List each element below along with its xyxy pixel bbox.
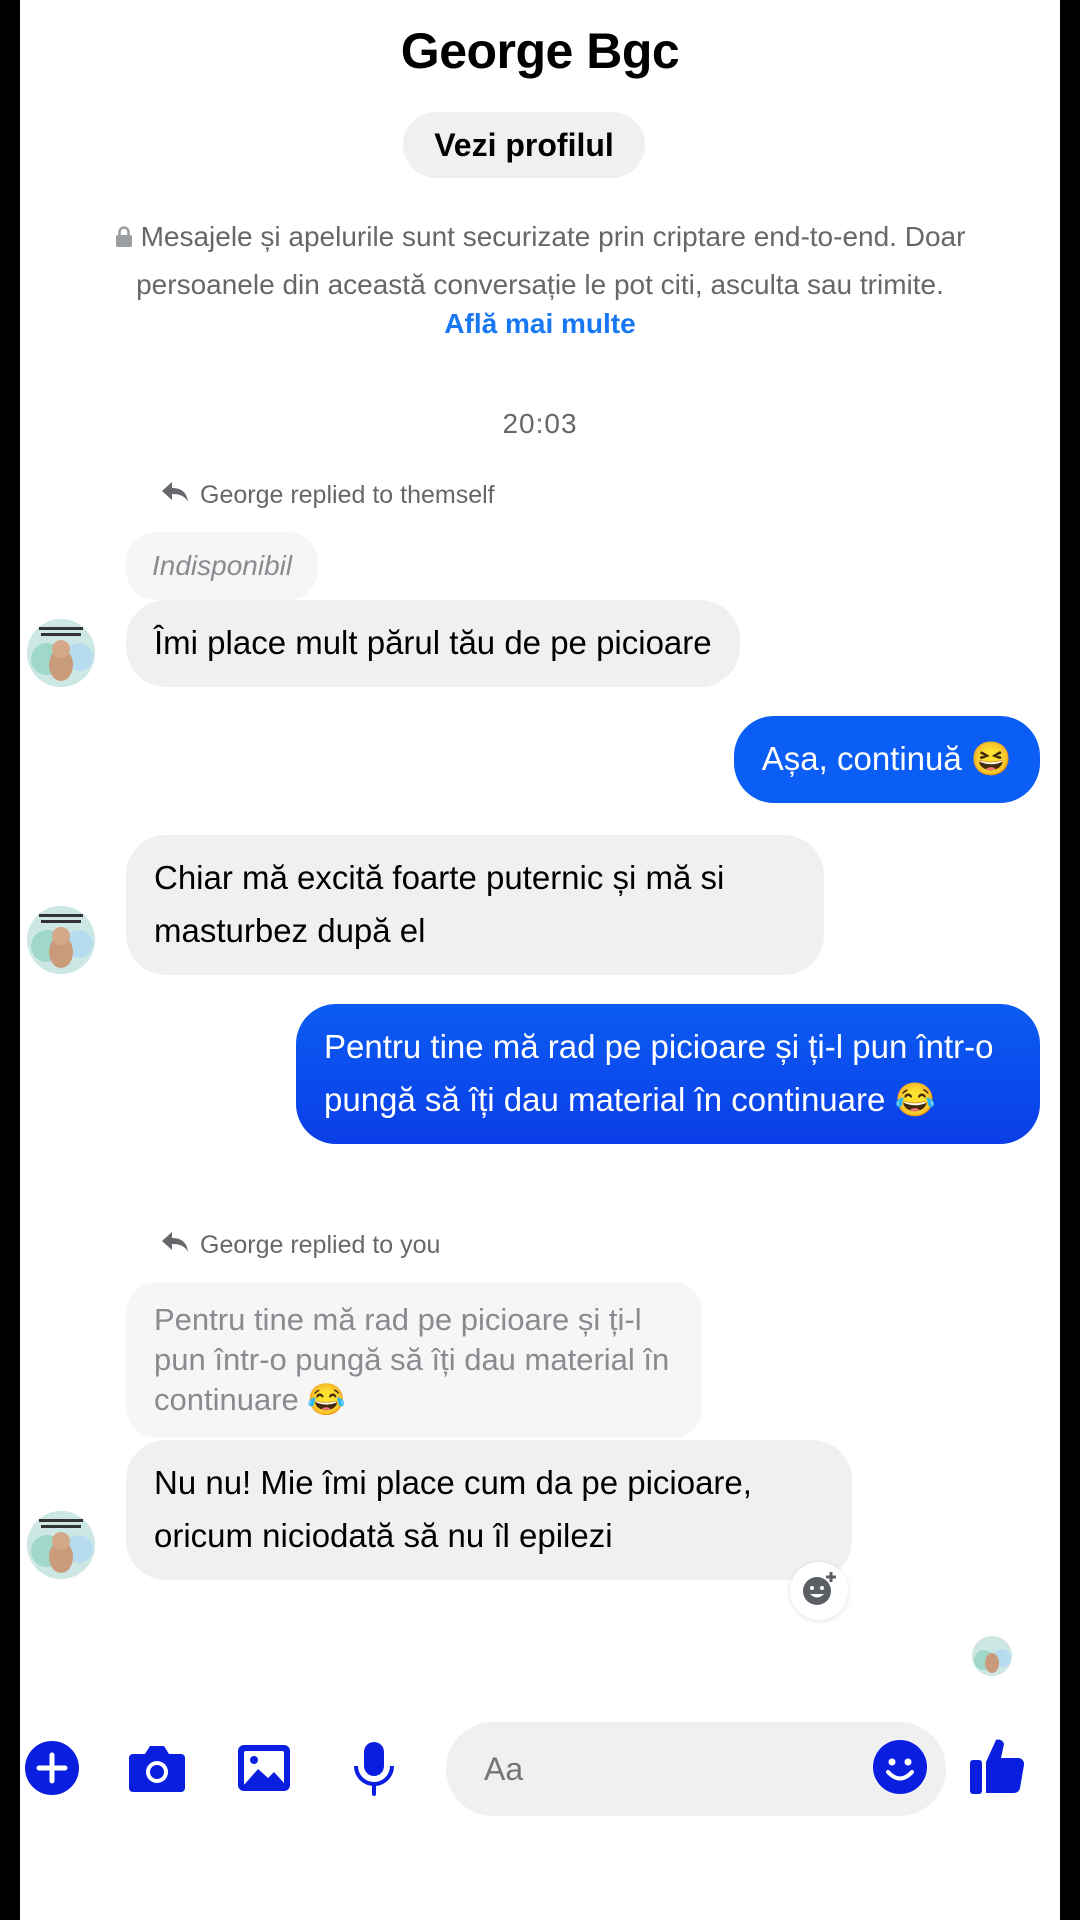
- seen-avatar: [972, 1636, 1012, 1676]
- message-input-container[interactable]: [446, 1722, 946, 1816]
- add-reaction-button[interactable]: [790, 1562, 848, 1620]
- emoji-icon: [872, 1739, 928, 1800]
- reply-arrow-icon: [160, 1230, 190, 1261]
- encryption-notice: Mesajele și apelurile sunt securizate pr…: [50, 214, 1030, 308]
- contact-name: George Bgc: [400, 23, 680, 79]
- plus-button[interactable]: [24, 1740, 80, 1801]
- learn-more-label[interactable]: Află mai multe: [444, 308, 635, 339]
- avatar[interactable]: [27, 1511, 95, 1579]
- message-bubble-outgoing[interactable]: Așa, continuă 😆: [733, 716, 1040, 803]
- quoted-message[interactable]: Pentru tine mă rad pe picioare și ți-l p…: [126, 1282, 702, 1438]
- learn-more-link[interactable]: Află mai multe: [20, 308, 1060, 340]
- reply-label-text: George replied to themself: [200, 481, 495, 509]
- gallery-button[interactable]: [236, 1742, 292, 1798]
- reply-indicator: George replied to themself: [160, 480, 495, 511]
- emoji-button[interactable]: [872, 1739, 928, 1800]
- thumbs-up-icon: [968, 1734, 1026, 1801]
- reply-label-text: George replied to you: [200, 1231, 441, 1259]
- plus-icon: [24, 1740, 80, 1801]
- quoted-message[interactable]: Indisponibil: [126, 532, 319, 600]
- gallery-icon: [236, 1743, 292, 1798]
- encryption-text: Mesajele și apelurile sunt securizate pr…: [136, 221, 966, 300]
- message-bubble-incoming[interactable]: Nu nu! Mie îmi place cum da pe picioare,…: [126, 1440, 852, 1580]
- message-bubble-incoming[interactable]: Chiar mă excită foarte puternic și mă si…: [126, 835, 824, 975]
- message-bubble-outgoing[interactable]: Pentru tine mă rad pe picioare și ți-l p…: [296, 1004, 1040, 1144]
- add-reaction-icon: [799, 1569, 839, 1614]
- camera-button[interactable]: [127, 1742, 187, 1798]
- lock-icon: [115, 216, 133, 262]
- message-bubble-incoming[interactable]: Îmi place mult părul tău de pe picioare: [126, 600, 740, 687]
- reply-arrow-icon: [160, 480, 190, 511]
- camera-icon: [127, 1742, 187, 1799]
- microphone-button[interactable]: [352, 1740, 396, 1803]
- message-input[interactable]: [484, 1722, 804, 1816]
- microphone-icon: [352, 1740, 396, 1803]
- avatar[interactable]: [27, 619, 95, 687]
- message-timestamp: 20:03: [502, 408, 578, 439]
- view-profile-button[interactable]: Vezi profilul: [403, 112, 645, 178]
- avatar[interactable]: [27, 906, 95, 974]
- chat-screen: George Bgc Vezi profilul Mesajele și ape…: [20, 0, 1060, 1920]
- thumbs-up-button[interactable]: [968, 1736, 1026, 1798]
- reply-indicator: George replied to you: [160, 1230, 440, 1261]
